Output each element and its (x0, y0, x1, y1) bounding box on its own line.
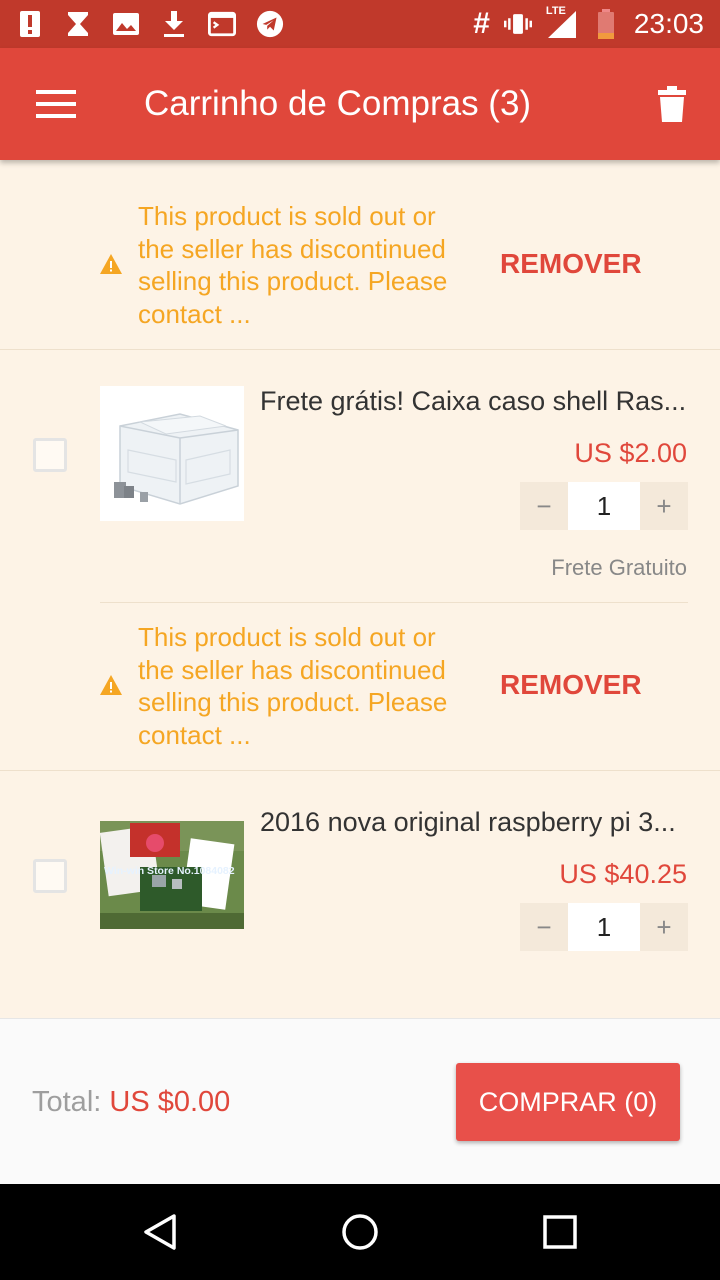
shipping-info: Frete Gratuito (551, 555, 687, 580)
checkout-bar: Total: US $0.00 COMPRAR (0) (0, 1018, 720, 1184)
product-image[interactable] (100, 386, 244, 521)
item-checkbox[interactable] (33, 438, 67, 472)
system-nav-bar (0, 1184, 720, 1280)
status-bar: # LTE 23:03 (0, 0, 720, 48)
terminal-icon (208, 10, 236, 38)
trash-icon (658, 86, 686, 122)
warning-icon (100, 254, 122, 274)
home-icon (342, 1214, 378, 1250)
image-watermark: Win-win Store No.1084082 (104, 865, 235, 877)
signal-icon: LTE (546, 5, 578, 39)
delete-button[interactable] (624, 48, 720, 160)
telegram-icon (256, 10, 284, 38)
battery-low-icon (592, 9, 620, 39)
quantity-stepper: − 1 + (520, 903, 688, 951)
quantity-value[interactable]: 1 (568, 903, 640, 951)
product-title[interactable]: Frete grátis! Caixa caso shell Ras... (260, 386, 690, 417)
total-value: US $0.00 (109, 1086, 231, 1118)
menu-button[interactable] (0, 48, 112, 160)
clock: 23:03 (633, 8, 704, 39)
lte-label: LTE (545, 5, 566, 17)
image-icon (112, 10, 140, 38)
sold-out-warning: This product is sold out or the seller h… (0, 160, 720, 350)
total-label: Total: (32, 1086, 102, 1118)
remove-button[interactable]: REMOVER (500, 248, 642, 280)
hourglass-icon (64, 10, 92, 38)
product-image[interactable]: Win-win Store No.1084082 (100, 821, 244, 929)
divider (0, 770, 720, 771)
alert-icon (16, 10, 44, 38)
quantity-stepper: − 1 + (520, 482, 688, 530)
cart-total: Total: US $0.00 (32, 1086, 230, 1119)
menu-icon (36, 90, 76, 118)
back-button[interactable] (136, 1208, 184, 1256)
product-price: US $40.25 (559, 859, 687, 889)
increase-quantity-button[interactable]: + (640, 482, 688, 530)
quantity-value[interactable]: 1 (568, 482, 640, 530)
product-title[interactable]: 2016 nova original raspberry pi 3... (260, 807, 690, 838)
hash-indicator: # (473, 7, 490, 40)
app-bar: Carrinho de Compras (3) (0, 48, 720, 160)
recents-icon (543, 1215, 577, 1249)
sold-out-warning: This product is sold out or the seller h… (0, 581, 720, 771)
warning-icon (100, 675, 122, 695)
home-button[interactable] (336, 1208, 384, 1256)
warning-message: This product is sold out or the seller h… (138, 201, 448, 329)
divider (0, 349, 720, 350)
decrease-quantity-button[interactable]: − (520, 903, 568, 951)
warning-message: This product is sold out or the seller h… (138, 622, 448, 750)
item-checkbox[interactable] (33, 859, 67, 893)
vibrate-icon (503, 10, 532, 38)
back-icon (144, 1214, 176, 1250)
remove-button[interactable]: REMOVER (500, 669, 642, 701)
buy-button[interactable]: COMPRAR (0) (456, 1063, 680, 1141)
recents-button[interactable] (536, 1208, 584, 1256)
increase-quantity-button[interactable]: + (640, 903, 688, 951)
decrease-quantity-button[interactable]: − (520, 482, 568, 530)
download-icon (160, 10, 188, 38)
product-price: US $2.00 (574, 438, 687, 468)
page-title: Carrinho de Compras (3) (144, 84, 532, 123)
cart-list[interactable]: This product is sold out or the seller h… (0, 160, 720, 1018)
